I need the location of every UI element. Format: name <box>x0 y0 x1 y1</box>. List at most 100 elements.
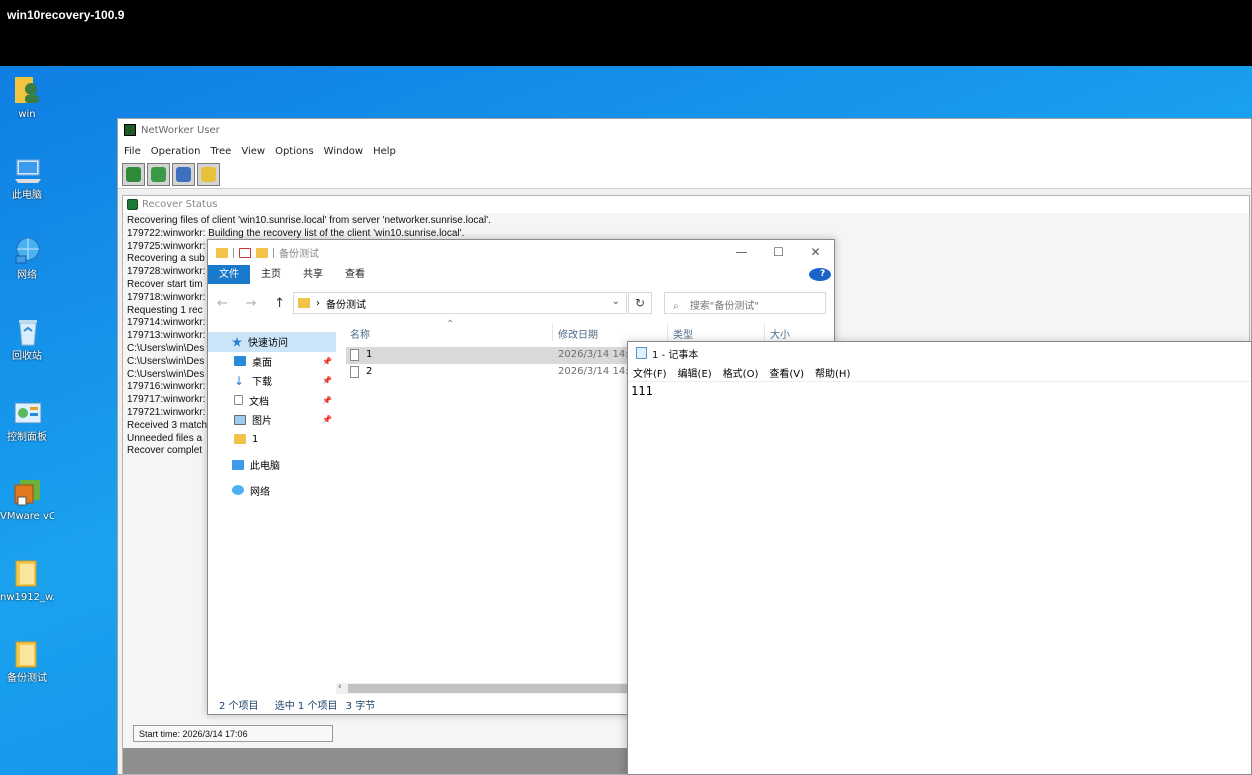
breadcrumb-separator: › <box>316 297 320 309</box>
status-icon <box>127 199 138 210</box>
column-size[interactable]: 大小 <box>770 326 790 341</box>
new-folder-icon[interactable] <box>256 247 268 258</box>
menu-options[interactable]: Options <box>275 146 314 157</box>
notepad-menubar: 文件(F) 编辑(E) 格式(O) 查看(V) 帮助(H) <box>628 364 1251 382</box>
address-text: 备份测试 <box>326 299 366 311</box>
address-bar[interactable]: › 备份测试 ⌄ <box>293 292 627 314</box>
sidebar-label: 文档 <box>249 396 269 408</box>
sidebar-item-documents[interactable]: 文档 📌 <box>208 391 336 411</box>
scroll-left-icon[interactable]: ‹ <box>338 682 342 692</box>
notepad-menu-file[interactable]: 文件(F) <box>633 365 667 380</box>
networker-menubar: File Operation Tree View Options Window … <box>118 141 1251 161</box>
tab-share[interactable]: 共享 <box>292 265 334 284</box>
address-row: ← → ↑ › 备份测试 ⌄ ↻ ⌕ 搜索"备份测试" <box>208 290 834 316</box>
up-icon[interactable]: ↑ <box>274 296 285 311</box>
desktop-icon-vmware[interactable]: VMware vCenter C... <box>0 477 54 523</box>
menu-operation[interactable]: Operation <box>151 146 201 157</box>
column-headers: ⌃ 名称 修改日期 类型 大小 <box>340 319 832 341</box>
tab-home[interactable]: 主页 <box>250 265 292 284</box>
verify-button[interactable] <box>172 163 195 186</box>
divider <box>764 324 765 341</box>
sidebar-item-pictures[interactable]: 图片 📌 <box>208 410 336 430</box>
pin-icon[interactable]: 📌 <box>322 357 332 366</box>
file-modified: 2026/3/14 14:4 <box>558 366 635 377</box>
user-folder-icon <box>12 75 42 105</box>
file-name: 1 <box>366 349 373 360</box>
networker-app-icon <box>124 124 136 136</box>
desktop-icon-network[interactable]: 网络 <box>0 236 54 282</box>
close-button[interactable]: ✕ <box>797 240 834 265</box>
search-input[interactable]: ⌕ 搜索"备份测试" <box>664 292 826 314</box>
minimize-button[interactable]: — <box>723 240 760 265</box>
notepad-titlebar[interactable]: 1 - 记事本 <box>628 342 1251 364</box>
pin-icon[interactable]: 📌 <box>322 415 332 424</box>
sidebar-label: 桌面 <box>252 357 272 369</box>
column-type[interactable]: 类型 <box>673 326 693 341</box>
column-modified[interactable]: 修改日期 <box>558 326 598 341</box>
selected-count: 选中 1 个项目 <box>274 701 338 712</box>
recover-status-title: Recover Status <box>142 199 218 210</box>
tab-view[interactable]: 查看 <box>334 265 376 284</box>
sidebar-item-network[interactable]: 网络 <box>208 481 336 501</box>
back-icon[interactable]: ← <box>217 296 228 311</box>
folder-icon <box>216 247 228 258</box>
menu-view[interactable]: View <box>241 146 265 157</box>
sidebar-item-this-pc[interactable]: 此电脑 <box>208 455 336 475</box>
menu-file[interactable]: File <box>124 146 141 157</box>
networker-titlebar[interactable]: NetWorker User <box>118 119 1251 141</box>
nav-buttons: ← → ↑ <box>217 296 285 311</box>
notepad-window: 1 - 记事本 文件(F) 编辑(E) 格式(O) 查看(V) 帮助(H) 11… <box>627 341 1252 775</box>
desktop-icon-control-panel[interactable]: 控制面板 <box>0 398 54 444</box>
properties-icon[interactable] <box>239 247 251 258</box>
recover-status-titlebar[interactable]: Recover Status <box>123 196 1249 213</box>
recover-button[interactable] <box>122 163 145 186</box>
check-icon <box>201 167 216 182</box>
menu-window[interactable]: Window <box>324 146 363 157</box>
forward-icon[interactable]: → <box>246 296 257 311</box>
navigation-pane: 快速访问 桌面 📌 ↓ 下载 📌 文档 📌 图片 📌 1 此电脑 网络 <box>208 332 336 692</box>
notepad-menu-view[interactable]: 查看(V) <box>769 365 804 380</box>
pin-icon[interactable]: 📌 <box>322 376 332 385</box>
refresh-button[interactable]: ↻ <box>628 292 652 314</box>
sidebar-item-quick-access[interactable]: 快速访问 <box>208 332 336 352</box>
pin-icon[interactable]: 📌 <box>322 396 332 405</box>
start-time-status: Start time: 2026/3/14 17:06 <box>133 725 333 742</box>
sidebar-label: 此电脑 <box>250 461 280 473</box>
sidebar-label: 1 <box>252 433 259 445</box>
notepad-menu-format[interactable]: 格式(O) <box>723 365 759 380</box>
selected-size: 3 字节 <box>345 701 376 712</box>
sidebar-item-desktop[interactable]: 桌面 📌 <box>208 352 336 372</box>
column-name[interactable]: 名称 <box>350 326 370 341</box>
menu-tree[interactable]: Tree <box>211 146 232 157</box>
menu-help[interactable]: Help <box>373 146 396 157</box>
notepad-icon <box>636 347 647 359</box>
star-icon <box>232 336 242 347</box>
text-file-icon <box>350 349 359 361</box>
chevron-down-icon[interactable]: ⌄ <box>612 296 620 307</box>
maximize-button[interactable]: ☐ <box>760 240 797 265</box>
desktop-icon-nw1912[interactable]: nw1912_w... <box>0 558 54 604</box>
sidebar-label: 快速访问 <box>248 338 288 350</box>
search-icon: ⌕ <box>673 301 679 312</box>
verify-icon <box>176 167 191 182</box>
desktop-icon-win[interactable]: win <box>0 75 54 121</box>
sidebar-item-folder-1[interactable]: 1 <box>208 430 336 450</box>
folder-icon <box>12 639 42 669</box>
desktop-icon-backup-test[interactable]: 备份测试 <box>0 639 54 685</box>
desktop-icon-this-pc[interactable]: 此电脑 <box>0 156 54 202</box>
desktop-icon-recycle-bin[interactable]: 回收站 <box>0 317 54 363</box>
check-button[interactable] <box>197 163 220 186</box>
document-icon <box>234 395 243 406</box>
log-line: Recovering files of client 'win10.sunris… <box>127 215 491 226</box>
notepad-menu-edit[interactable]: 编辑(E) <box>678 365 712 380</box>
divider <box>273 247 274 258</box>
backup-button[interactable] <box>147 163 170 186</box>
notepad-menu-help[interactable]: 帮助(H) <box>815 365 850 380</box>
sidebar-item-downloads[interactable]: ↓ 下载 📌 <box>208 371 336 391</box>
help-icon[interactable]: ? <box>809 268 831 281</box>
networker-toolbar <box>118 161 1251 189</box>
tab-file[interactable]: 文件 <box>208 265 250 284</box>
notepad-text-area[interactable]: 111 <box>628 382 1251 400</box>
divider <box>667 324 668 341</box>
download-icon: ↓ <box>234 373 245 388</box>
